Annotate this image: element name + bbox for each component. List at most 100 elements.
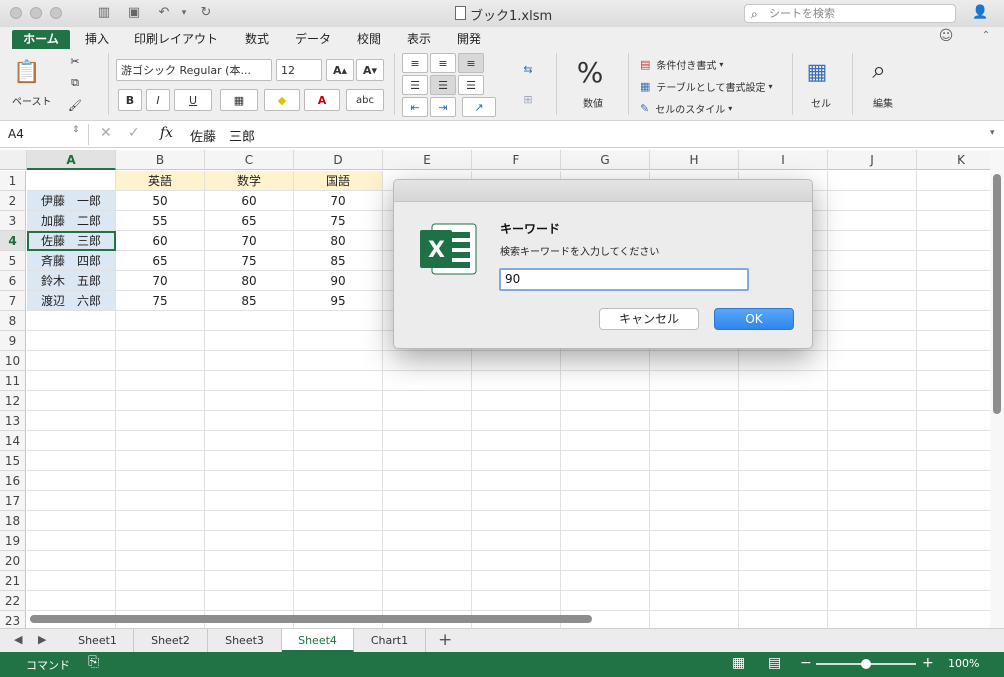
grid-cell[interactable]: 鈴木 五郎 xyxy=(27,271,116,291)
active-cell[interactable]: 佐藤 三郎 xyxy=(27,231,116,251)
grid-cell[interactable] xyxy=(561,471,650,491)
grid-cell[interactable]: 国語 xyxy=(294,171,383,191)
redo-icon[interactable]: ↻ xyxy=(198,5,214,21)
grid-cell[interactable] xyxy=(917,231,990,251)
tab-data[interactable]: データ xyxy=(292,30,334,49)
row-header[interactable]: 10 xyxy=(0,351,26,371)
grid-cell[interactable] xyxy=(27,371,116,391)
grid-cell[interactable] xyxy=(739,611,828,628)
grid-cell[interactable] xyxy=(472,551,561,571)
grid-cell[interactable]: 伊藤 一郎 xyxy=(27,191,116,211)
grid-cell[interactable] xyxy=(650,511,739,531)
grid-cell[interactable] xyxy=(383,511,472,531)
grid-cell[interactable] xyxy=(828,391,917,411)
grid-cell[interactable] xyxy=(917,531,990,551)
grid-cell[interactable] xyxy=(27,411,116,431)
grid-cell[interactable]: 85 xyxy=(294,251,383,271)
zoom-window-button[interactable] xyxy=(50,7,62,19)
grid-cell[interactable] xyxy=(116,311,205,331)
grid-cell[interactable] xyxy=(561,391,650,411)
grid-cell[interactable] xyxy=(472,451,561,471)
dialog-titlebar[interactable] xyxy=(394,180,812,202)
column-header[interactable]: D xyxy=(294,150,383,170)
grid-cell[interactable] xyxy=(383,431,472,451)
row-header[interactable]: 9 xyxy=(0,331,26,351)
confirm-entry-icon[interactable]: ✓ xyxy=(128,125,140,141)
zoom-out-icon[interactable]: − xyxy=(800,655,812,671)
grid-cell[interactable] xyxy=(472,391,561,411)
column-header[interactable]: J xyxy=(828,150,917,170)
align-right-icon[interactable]: ☰ xyxy=(458,75,484,95)
grid-cell[interactable] xyxy=(27,551,116,571)
grid-cell[interactable] xyxy=(294,391,383,411)
grid-cell[interactable] xyxy=(917,411,990,431)
grid-cell[interactable] xyxy=(828,531,917,551)
grid-cell[interactable] xyxy=(383,591,472,611)
row-header[interactable]: 19 xyxy=(0,531,26,551)
formula-content[interactable]: 佐藤 三郎 xyxy=(190,126,255,145)
grid-cell[interactable] xyxy=(739,511,828,531)
grid-cell[interactable] xyxy=(294,351,383,371)
grid-cell[interactable] xyxy=(917,471,990,491)
grid-cell[interactable] xyxy=(650,351,739,371)
grid-cell[interactable] xyxy=(116,371,205,391)
row-header[interactable]: 11 xyxy=(0,371,26,391)
grid-cell[interactable] xyxy=(828,491,917,511)
sheet-tab-sheet4[interactable]: Sheet4 xyxy=(282,629,354,652)
grid-cell[interactable] xyxy=(561,491,650,511)
grid-cell[interactable] xyxy=(917,291,990,311)
grid-cell[interactable] xyxy=(205,371,294,391)
grid-cell[interactable] xyxy=(650,431,739,451)
grid-cell[interactable] xyxy=(828,371,917,391)
grid-cell[interactable] xyxy=(561,431,650,451)
grid-cell[interactable] xyxy=(650,451,739,471)
grid-cell[interactable] xyxy=(828,471,917,491)
grid-cell[interactable] xyxy=(561,351,650,371)
row-header[interactable]: 15 xyxy=(0,451,26,471)
grid-cell[interactable] xyxy=(294,371,383,391)
tab-view[interactable]: 表示 xyxy=(402,30,436,49)
grid-cell[interactable] xyxy=(917,611,990,628)
grid-cell[interactable] xyxy=(205,531,294,551)
normal-view-icon[interactable]: ▦ xyxy=(732,655,745,671)
grid-cell[interactable] xyxy=(917,251,990,271)
grid-cell[interactable] xyxy=(739,531,828,551)
borders-button[interactable]: ▦ xyxy=(220,89,258,111)
grid-cell[interactable] xyxy=(828,171,917,191)
grid-cell[interactable] xyxy=(27,391,116,411)
zoom-in-icon[interactable]: + xyxy=(922,655,934,671)
grid-cell[interactable] xyxy=(828,291,917,311)
row-header[interactable]: 5 xyxy=(0,251,26,271)
grid-cell[interactable] xyxy=(383,471,472,491)
page-layout-view-icon[interactable]: ▤ xyxy=(768,655,781,671)
grid-cell[interactable] xyxy=(116,491,205,511)
column-header[interactable]: E xyxy=(383,150,472,170)
format-painter-icon[interactable]: 🖌 xyxy=(66,97,84,113)
grid-cell[interactable] xyxy=(650,471,739,491)
grid-cell[interactable] xyxy=(116,531,205,551)
merge-center-icon[interactable]: ⊞ xyxy=(516,89,540,109)
grid-cell[interactable] xyxy=(828,431,917,451)
grid-cell[interactable] xyxy=(561,371,650,391)
grid-cell[interactable] xyxy=(828,611,917,628)
grid-cell[interactable]: 80 xyxy=(294,231,383,251)
grid-cell[interactable] xyxy=(27,171,116,191)
grid-cell[interactable] xyxy=(294,531,383,551)
grid-cell[interactable] xyxy=(116,451,205,471)
grid-cell[interactable]: 95 xyxy=(294,291,383,311)
grid-cell[interactable] xyxy=(383,551,472,571)
paste-icon[interactable]: 📋 xyxy=(12,55,42,89)
grid-cell[interactable] xyxy=(116,471,205,491)
grid-cell[interactable] xyxy=(294,511,383,531)
grid-cell[interactable]: 英語 xyxy=(116,171,205,191)
grid-cell[interactable]: 60 xyxy=(205,191,294,211)
align-left-icon[interactable]: ☰ xyxy=(402,75,428,95)
row-header[interactable]: 14 xyxy=(0,431,26,451)
row-header[interactable]: 1 xyxy=(0,171,26,191)
grid-cell[interactable]: 数学 xyxy=(205,171,294,191)
sheet-tab-sheet3[interactable]: Sheet3 xyxy=(208,629,282,652)
keyword-input[interactable]: 90 xyxy=(499,268,749,291)
grid-cell[interactable] xyxy=(116,431,205,451)
grid-cell[interactable] xyxy=(739,471,828,491)
row-header[interactable]: 16 xyxy=(0,471,26,491)
